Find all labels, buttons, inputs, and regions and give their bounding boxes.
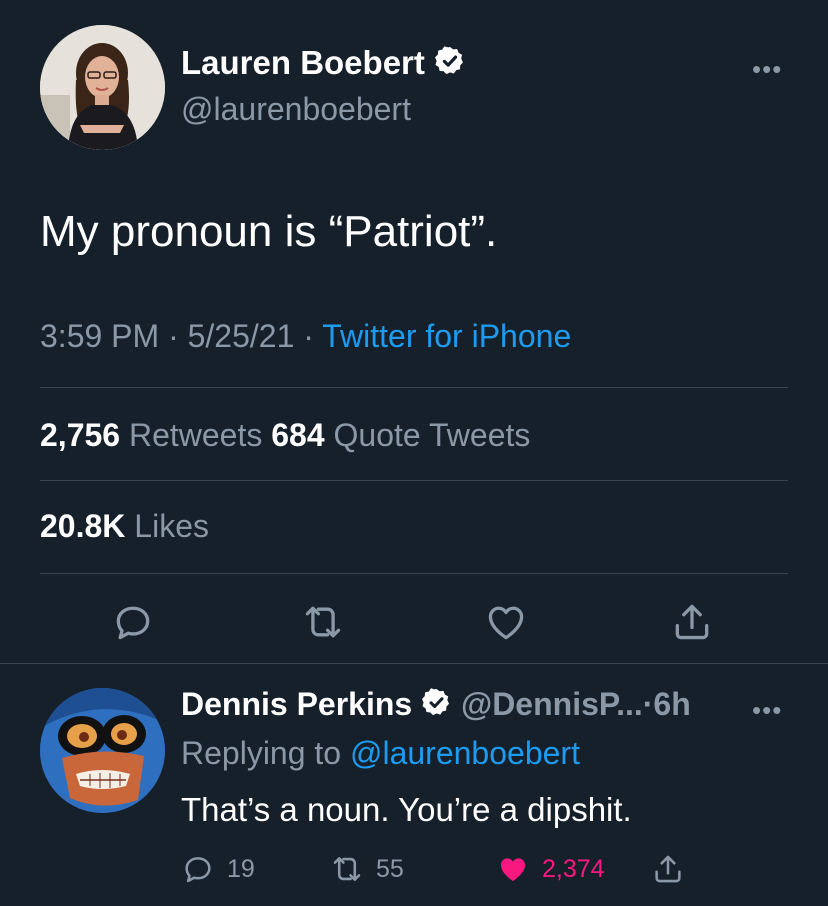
like-icon[interactable] [484,600,528,644]
replying-to-label: Replying to [181,735,342,771]
reply-share-button[interactable] [651,852,685,886]
reply-text: That’s a noun. You’re a dipshit. [181,791,632,828]
reply-icon[interactable] [111,600,155,644]
share-icon[interactable] [670,600,714,644]
reply-reply-button[interactable]: 19 [181,852,255,886]
reply-display-name[interactable]: Dennis Perkins [181,686,412,722]
author-avatar[interactable] [40,25,165,150]
author-display-name[interactable]: Lauren Boebert [181,44,466,85]
share-icon [655,855,681,883]
verified-badge-icon [434,45,466,85]
like-filled-icon [500,858,526,882]
reply-like-button[interactable]: 2,374 [496,852,605,886]
retweets-stat[interactable]: 2,756 Retweets [40,417,262,453]
reply-age[interactable]: 6h [653,686,690,722]
divider [40,573,788,574]
reply-author-avatar[interactable] [40,688,165,813]
reply-count: 19 [227,854,255,883]
tweet-timestamp-line: 3:59 PM · 5/25/21 · Twitter for iPhone [40,318,571,355]
tweet-text: My pronoun is “Patriot”. [40,207,498,256]
verified-badge-icon [421,687,452,726]
replying-to-line: Replying to @laurenboebert [181,735,580,772]
engagement-stats: 2,756 Retweets 684 Quote Tweets [40,417,530,454]
retweet-icon[interactable] [301,600,345,644]
meta-separator: · [303,318,314,354]
reply-author-header: Dennis Perkins @DennisP...·6h [181,686,691,726]
avatar-comic-image [40,688,165,813]
like-count: 2,374 [542,854,605,883]
likes-stat[interactable]: 20.8K Likes [40,508,209,545]
more-options-icon[interactable]: ••• [752,56,782,82]
retweet-count: 55 [376,854,404,883]
reply-more-options-icon[interactable]: ••• [752,697,782,723]
meta-separator: · [642,686,654,722]
meta-separator: · [168,318,179,354]
divider [40,480,788,481]
reply-handle[interactable]: @DennisP... [461,686,643,722]
display-name-text: Lauren Boebert [181,44,425,81]
divider [0,663,828,664]
tweet-source-link[interactable]: Twitter for iPhone [322,318,571,354]
replying-to-handle[interactable]: @laurenboebert [350,735,580,771]
quotes-stat[interactable]: 684 Quote Tweets [271,417,530,453]
avatar-portrait-image [40,25,165,150]
quotes-count: 684 [271,417,325,453]
likes-label: Likes [134,508,209,544]
author-handle[interactable]: @laurenboebert [181,91,411,128]
tweet-date[interactable]: 5/25/21 [188,318,295,354]
reply-retweet-button[interactable]: 55 [330,852,404,886]
quotes-label: Quote Tweets [333,417,531,453]
likes-count: 20.8K [40,508,126,544]
reply-icon [185,857,211,883]
retweets-label: Retweets [128,417,263,453]
tweet-time[interactable]: 3:59 PM [40,318,159,354]
retweets-count: 2,756 [40,417,121,453]
retweet-icon [333,857,361,881]
divider [40,387,788,388]
